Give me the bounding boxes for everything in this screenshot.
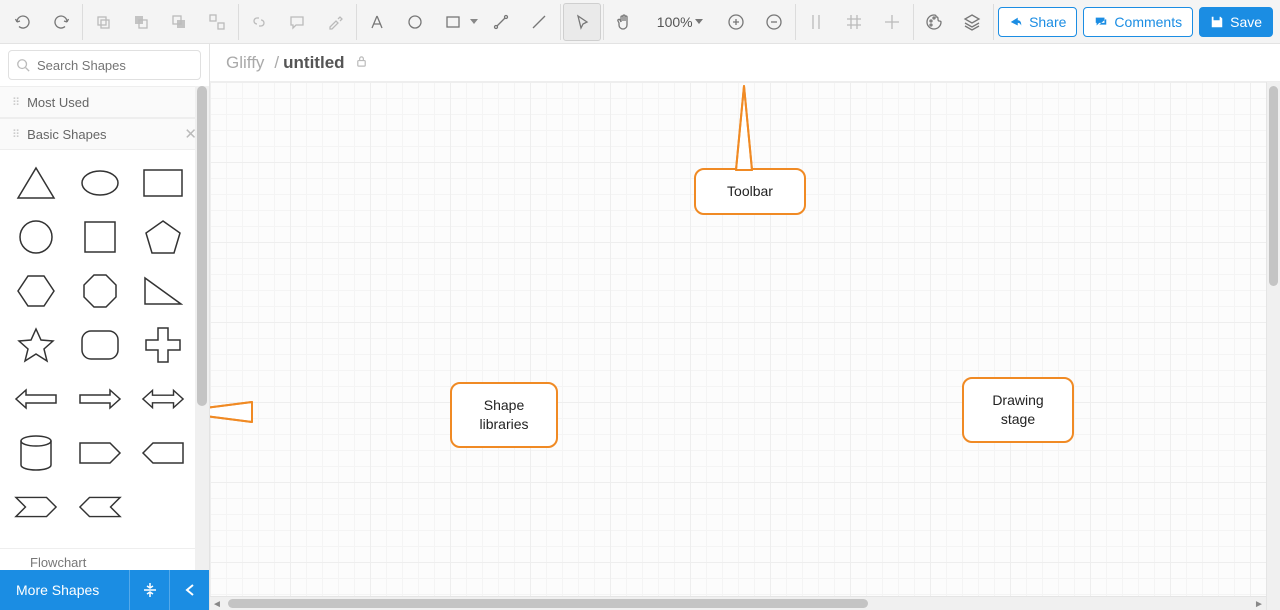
shape-arrow-right[interactable] [78, 380, 122, 418]
doc-name[interactable]: untitled [283, 53, 344, 73]
scroll-right-arrow[interactable]: ► [1252, 597, 1266, 610]
search-input[interactable] [8, 50, 201, 80]
shapes-grid [0, 150, 209, 548]
callout-shapes: Shape libraries [450, 382, 558, 448]
snap-center-button[interactable] [873, 3, 911, 41]
sidebar-scrollbar[interactable] [195, 86, 209, 570]
pan-tool[interactable] [605, 3, 643, 41]
copy-button[interactable] [84, 3, 122, 41]
pointer-tool[interactable] [563, 3, 601, 41]
shape-arrow-left[interactable] [14, 380, 58, 418]
shape-cylinder[interactable] [14, 434, 58, 472]
snap-vertical-button[interactable] [797, 3, 835, 41]
collapse-vertical-button[interactable] [129, 570, 169, 610]
save-button[interactable]: Save [1199, 7, 1273, 37]
shape-cross[interactable] [141, 326, 185, 364]
shape-tag-left[interactable] [141, 434, 185, 472]
share-button[interactable]: Share [998, 7, 1077, 37]
shape-ellipse[interactable] [78, 164, 122, 202]
zoom-out-button[interactable] [755, 3, 793, 41]
zoom-value: 100% [657, 14, 693, 30]
shape-rectangle[interactable] [141, 164, 185, 202]
shape-chevron-left[interactable] [78, 488, 122, 526]
zoom-level[interactable]: 100% [643, 14, 717, 30]
stage-scrollbar-horizontal[interactable]: ◄ ► [210, 596, 1266, 610]
share-label: Share [1029, 14, 1066, 30]
stage-scrollbar-vertical[interactable] [1266, 82, 1280, 610]
group-button[interactable] [198, 3, 236, 41]
text-tool[interactable] [358, 3, 396, 41]
more-shapes-label: More Shapes [16, 582, 99, 598]
comment-button[interactable] [278, 3, 316, 41]
slash: / [274, 53, 279, 73]
callout-stage: Drawing stage [962, 377, 1074, 443]
shape-circle[interactable] [14, 218, 58, 256]
line-tool[interactable] [520, 3, 558, 41]
bring-front-button[interactable] [122, 3, 160, 41]
shape-right-triangle[interactable] [141, 272, 185, 310]
sidebar-footer: More Shapes [0, 570, 209, 610]
more-shapes-button[interactable]: More Shapes [0, 582, 129, 598]
collapse-sidebar-button[interactable] [169, 570, 209, 610]
redo-button[interactable] [42, 3, 80, 41]
search-icon [16, 58, 30, 75]
shape-tag-right[interactable] [78, 434, 122, 472]
shape-arrow-both[interactable] [141, 380, 185, 418]
layers-button[interactable] [953, 3, 991, 41]
section-most-used[interactable]: ⠿ Most Used [0, 86, 209, 118]
brand-label: Gliffy [226, 53, 264, 73]
section-basic-shapes[interactable]: ⠿ Basic Shapes ✕ [0, 118, 209, 150]
rectangle-tool[interactable] [434, 3, 472, 41]
connector-tool[interactable] [482, 3, 520, 41]
shape-placeholder [141, 488, 185, 526]
snap-grid-button[interactable] [835, 3, 873, 41]
circle-tool[interactable] [396, 3, 434, 41]
save-label: Save [1230, 14, 1262, 30]
shape-hexagon[interactable] [14, 272, 58, 310]
send-back-button[interactable] [160, 3, 198, 41]
grip-icon: ⠿ [12, 128, 19, 141]
theme-button[interactable] [915, 3, 953, 41]
comments-label: Comments [1114, 14, 1182, 30]
eyedropper-button[interactable] [316, 3, 354, 41]
section-label: Most Used [27, 95, 89, 110]
section-flowchart-partial[interactable]: Flowchart [0, 548, 209, 570]
callout-pointer-toolbar [724, 82, 764, 177]
shape-pentagon[interactable] [141, 218, 185, 256]
toolbar: 100% Share Comm [0, 0, 1280, 44]
shape-octagon[interactable] [78, 272, 122, 310]
undo-button[interactable] [4, 3, 42, 41]
link-button[interactable] [240, 3, 278, 41]
shape-star[interactable] [14, 326, 58, 364]
section-label: Basic Shapes [27, 127, 107, 142]
callout-pointer-shapes [210, 392, 256, 435]
rectangle-dropdown-caret[interactable] [470, 19, 478, 24]
lock-icon[interactable] [355, 55, 368, 71]
shape-chevron-right[interactable] [14, 488, 58, 526]
shape-square[interactable] [78, 218, 122, 256]
zoom-caret-icon [695, 19, 703, 24]
comments-button[interactable]: Comments [1083, 7, 1193, 37]
sidebar: ⠿ Most Used ⠿ Basic Shapes ✕ [0, 44, 210, 610]
zoom-in-button[interactable] [717, 3, 755, 41]
scroll-left-arrow[interactable]: ◄ [210, 597, 224, 610]
shape-triangle[interactable] [14, 164, 58, 202]
grip-icon: ⠿ [12, 96, 19, 109]
shape-rounded-rect[interactable] [78, 326, 122, 364]
doc-title-bar: Gliffy / untitled [210, 44, 1280, 82]
